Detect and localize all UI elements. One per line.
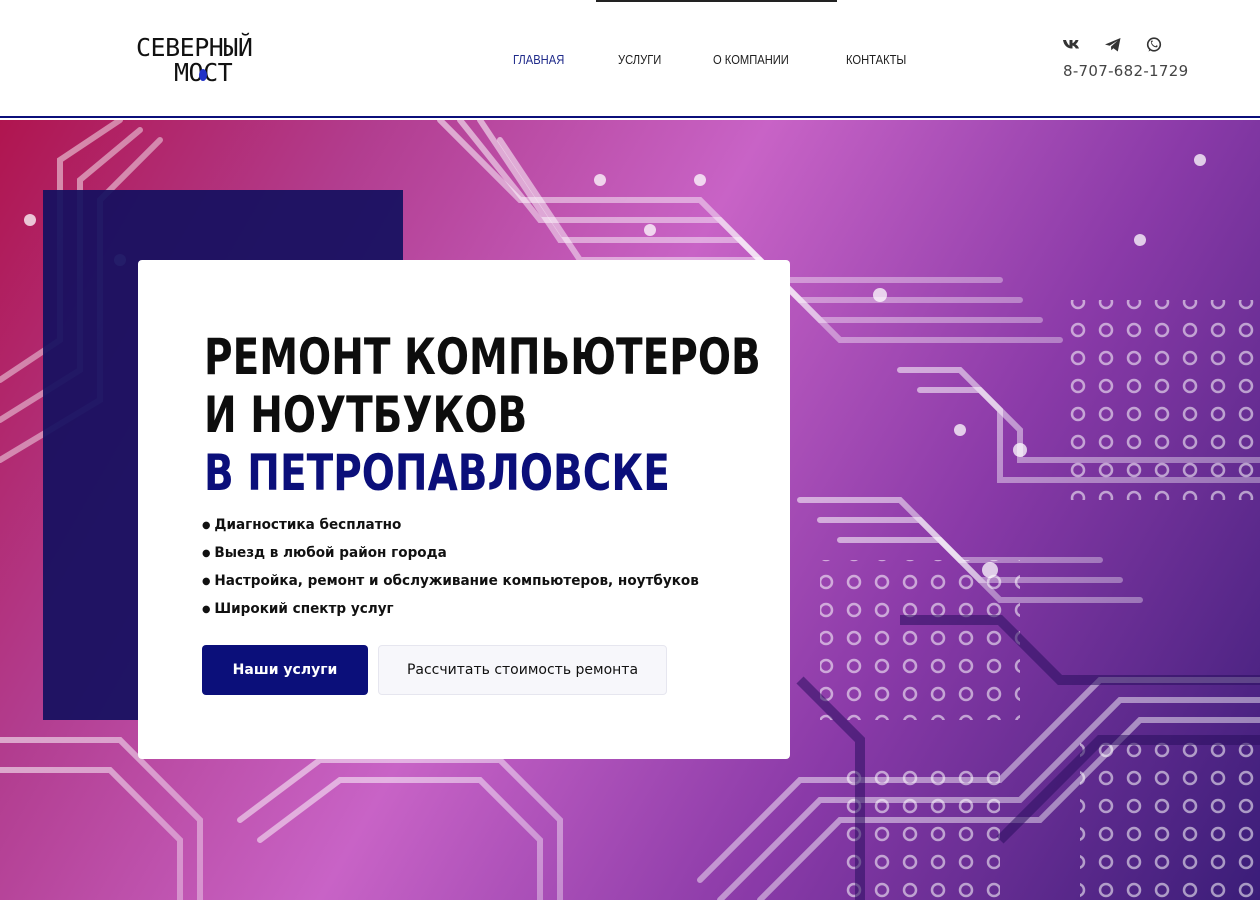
headline-line1: РЕМОНТ КОМПЬЮТЕРОВ — [204, 328, 761, 386]
nav-item-about[interactable]: О компании — [713, 50, 789, 70]
list-item: Выезд в любой район города — [202, 540, 699, 568]
social-links — [1062, 36, 1172, 54]
headline-line2: И НОУТБУКОВ — [204, 386, 528, 444]
nav-item-contacts[interactable]: Контакты — [846, 50, 906, 70]
logo[interactable]: СЕВЕРНЫЙ МОСТ — [136, 34, 292, 87]
headline-line3: В ПЕТРОПАВЛОВСКЕ — [204, 444, 670, 502]
hero-card: РЕМОНТ КОМПЬЮТЕРОВ И НОУТБУКОВ В ПЕТРОПА… — [138, 260, 790, 759]
hero-headline: РЕМОНТ КОМПЬЮТЕРОВ И НОУТБУКОВ В ПЕТРОПА… — [204, 328, 761, 502]
logo-dot-icon — [199, 69, 207, 81]
telegram-icon[interactable] — [1104, 36, 1122, 54]
hero-section: РЕМОНТ КОМПЬЮТЕРОВ И НОУТБУКОВ В ПЕТРОПА… — [0, 120, 1260, 900]
features-list: Диагностика бесплатно Выезд в любой райо… — [202, 512, 714, 624]
main-nav: Главная Услуги О компании Контакты — [513, 50, 961, 70]
list-item: Широкий спектр услуг — [202, 596, 699, 624]
phone-link[interactable]: 8-707-682-1729 — [1063, 62, 1188, 80]
site-header: СЕВЕРНЫЙ МОСТ Главная Услуги О компании … — [0, 0, 1260, 118]
whatsapp-icon[interactable] — [1146, 36, 1162, 54]
vk-icon[interactable] — [1062, 36, 1084, 54]
nav-item-services[interactable]: Услуги — [618, 50, 661, 70]
calculate-cost-button[interactable]: Рассчитать стоимость ремонта — [378, 645, 667, 695]
top-accent-line — [596, 0, 837, 2]
list-item: Настройка, ремонт и обслуживание компьют… — [202, 568, 699, 596]
nav-item-home[interactable]: Главная — [513, 50, 564, 70]
our-services-button[interactable]: Наши услуги — [202, 645, 368, 695]
list-item: Диагностика бесплатно — [202, 512, 699, 540]
